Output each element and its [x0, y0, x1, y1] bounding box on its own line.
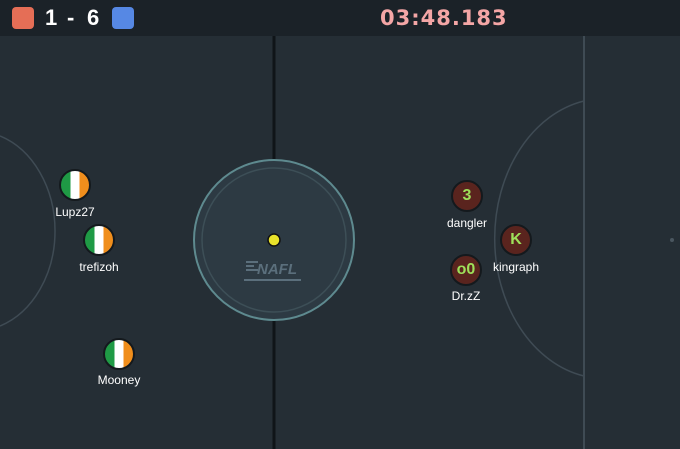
player-name: Lupz27: [55, 205, 95, 219]
ball: [267, 233, 281, 247]
player-disc[interactable]: 2: [103, 338, 135, 370]
blue-score: 6: [87, 5, 101, 30]
player-avatar: 2: [115, 346, 123, 362]
red-team-swatch: [12, 7, 34, 29]
blue-team-swatch: [112, 7, 134, 29]
player-name: Mooney: [97, 373, 141, 387]
player-avatar: 3: [462, 187, 472, 204]
player-disc[interactable]: 3: [59, 169, 91, 201]
right-goal-marker: [670, 238, 674, 242]
score-separator: -: [67, 5, 76, 30]
player-disc[interactable]: o0: [450, 254, 482, 286]
player-disc[interactable]: K: [500, 224, 532, 256]
player-avatar: o0: [456, 261, 476, 278]
player-avatar: 3: [71, 177, 79, 193]
logo-text: NAFL: [257, 261, 297, 278]
player-avatar: K: [510, 231, 522, 248]
player-avatar: [85, 226, 113, 254]
red-score: 1: [45, 5, 59, 30]
player-disc[interactable]: 3: [451, 180, 483, 212]
match-timer: 03:48.183: [380, 6, 508, 30]
player-disc[interactable]: [83, 224, 115, 256]
player-name: Dr.zZ: [451, 289, 481, 303]
player-name: trefizoh: [79, 260, 119, 274]
scoreboard-bar: 1 - 6 03:48.183: [0, 0, 680, 36]
